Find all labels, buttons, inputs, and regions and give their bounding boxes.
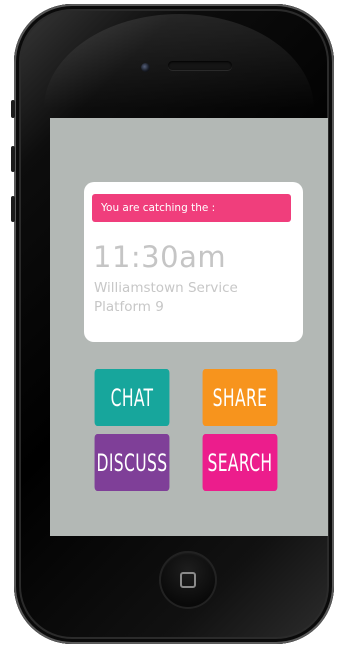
service-name: Williamstown Service <box>94 280 238 296</box>
volume-down-button <box>11 196 15 222</box>
search-button[interactable]: SEARCH <box>202 434 278 491</box>
discuss-button-label: DISCUSS <box>96 448 168 477</box>
front-camera-icon <box>141 63 150 72</box>
chat-button-label: CHAT <box>110 383 154 412</box>
silent-switch <box>11 100 15 118</box>
search-button-label: SEARCH <box>207 448 273 477</box>
share-button-label: SHARE <box>212 383 268 412</box>
app-screen: You are catching the : 11:30am Williamst… <box>50 118 328 536</box>
earpiece-speaker <box>168 61 232 70</box>
catching-banner: You are catching the : <box>92 194 291 222</box>
trip-card: You are catching the : 11:30am Williamst… <box>84 182 303 342</box>
service-info: Williamstown Service Platform 9 <box>94 279 299 317</box>
discuss-button[interactable]: DISCUSS <box>94 434 170 491</box>
volume-up-button <box>11 146 15 172</box>
chat-button[interactable]: CHAT <box>94 369 170 426</box>
home-button[interactable] <box>159 551 217 609</box>
home-square-icon <box>180 572 196 588</box>
platform-label: Platform 9 <box>94 299 164 315</box>
departure-time: 11:30am <box>93 240 227 274</box>
share-button[interactable]: SHARE <box>202 369 278 426</box>
